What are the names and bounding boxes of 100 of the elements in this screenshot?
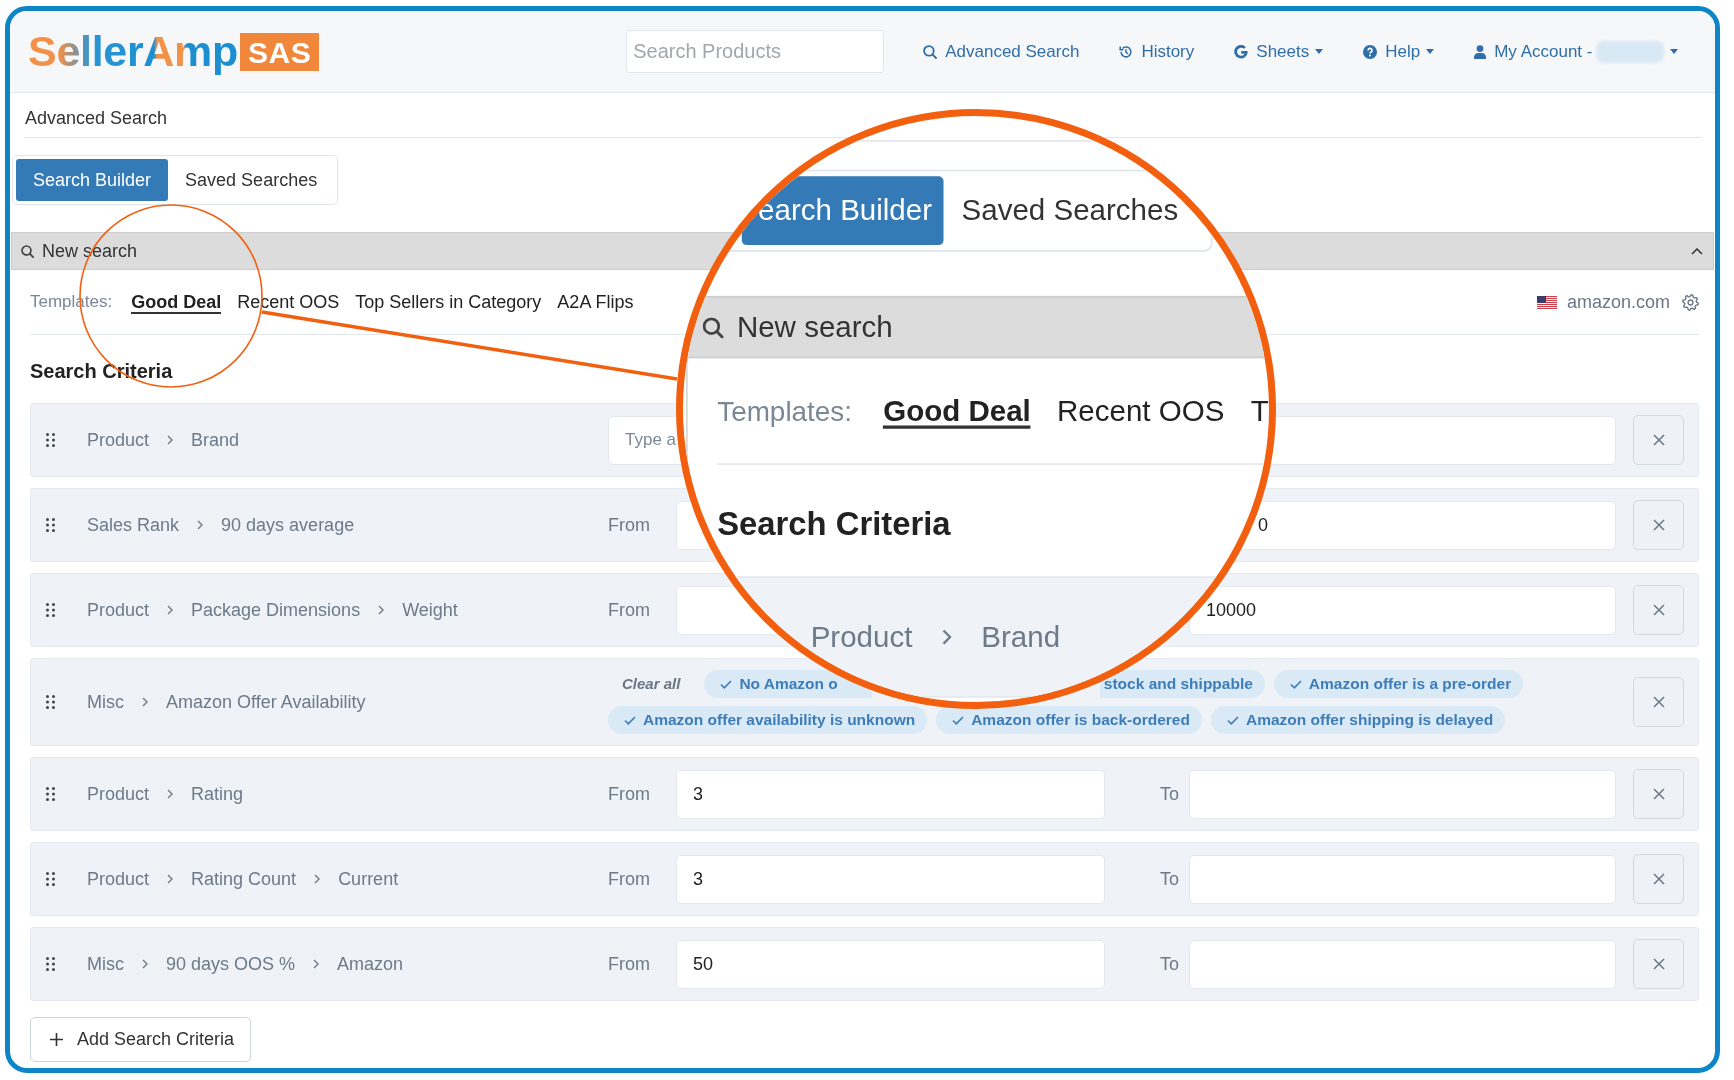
input-field[interactable]: 3 xyxy=(676,854,1105,904)
history-icon xyxy=(1119,44,1134,59)
field-label: From xyxy=(608,514,650,536)
logo-badge: SAS xyxy=(240,32,320,71)
field-label: From xyxy=(608,953,650,975)
chevron-right-icon xyxy=(167,435,174,445)
add-criteria-button[interactable]: Add Search Criteria xyxy=(30,1017,252,1062)
search-icon xyxy=(923,44,938,59)
templates-label: Templates: xyxy=(717,396,852,425)
drag-handle-icon[interactable] xyxy=(46,695,55,709)
input-field[interactable]: 10000 xyxy=(1189,585,1616,635)
path-label: Brand xyxy=(981,622,1060,652)
check-icon xyxy=(720,679,733,689)
path-label: Current xyxy=(338,868,399,890)
remove-button[interactable] xyxy=(1633,854,1684,904)
settings-icon[interactable] xyxy=(1682,293,1699,311)
field-label: To xyxy=(1160,783,1179,805)
nav-link[interactable]: History xyxy=(1119,41,1195,62)
close-icon xyxy=(1652,788,1665,800)
option-chip[interactable]: Amazon offer availability is unknown xyxy=(608,706,928,734)
flag-icon xyxy=(1536,295,1557,309)
tab[interactable]: Saved Searches xyxy=(168,159,335,201)
chevron-right-icon xyxy=(167,789,174,799)
remove-button[interactable] xyxy=(1633,500,1684,550)
drag-handle-icon[interactable] xyxy=(46,433,55,447)
chevron-right-icon xyxy=(167,874,174,884)
remove-button[interactable] xyxy=(1633,769,1684,819)
option-chip[interactable]: No Amazon o xyxy=(704,670,872,698)
help-icon xyxy=(1363,44,1378,59)
option-chip[interactable]: stock and shippable xyxy=(1099,670,1265,698)
remove-button[interactable] xyxy=(1633,585,1684,635)
check-icon xyxy=(624,715,636,725)
path-label: Sales Rank xyxy=(87,514,180,536)
path-label: Product xyxy=(87,783,150,805)
search-icon xyxy=(702,316,724,338)
nav-link[interactable]: Sheets xyxy=(1234,41,1324,62)
drag-handle-icon[interactable] xyxy=(46,787,55,801)
tab[interactable]: Saved Searches xyxy=(943,176,1178,246)
close-icon xyxy=(1652,434,1665,446)
search-icon xyxy=(21,244,34,258)
drag-handle-icon[interactable] xyxy=(46,957,55,971)
tab[interactable]: Search Builder xyxy=(16,159,169,201)
path-label: Product xyxy=(87,868,150,890)
remove-button[interactable] xyxy=(1633,939,1684,989)
input-field[interactable]: 3 xyxy=(676,769,1105,819)
field-label: To xyxy=(1160,868,1179,890)
field-label: From xyxy=(608,599,650,621)
drag-handle-icon[interactable] xyxy=(46,603,55,617)
path-label: Product xyxy=(810,622,913,652)
input-field[interactable] xyxy=(1189,939,1616,989)
template-link[interactable]: Good Deal xyxy=(131,290,222,314)
close-icon xyxy=(1652,958,1665,970)
template-link[interactable]: Good Deal xyxy=(883,392,1031,429)
close-icon xyxy=(1652,873,1665,885)
path-label: Product xyxy=(87,429,150,451)
template-link[interactable]: Top Sellers in Category xyxy=(355,290,542,314)
field-label: From xyxy=(608,783,650,805)
drag-handle-icon[interactable] xyxy=(46,872,55,886)
input-field[interactable] xyxy=(1189,854,1616,904)
path-label: Amazon xyxy=(337,953,404,975)
chevron-right-icon xyxy=(313,959,320,969)
search-field[interactable]: Search Products xyxy=(626,30,885,73)
chevron-right-icon xyxy=(142,697,148,707)
input-field[interactable]: 50 xyxy=(676,939,1105,989)
page-title: Advanced Search xyxy=(25,107,168,129)
check-icon xyxy=(1289,679,1302,689)
chevron-right-icon xyxy=(378,605,385,615)
drag-handle-icon[interactable] xyxy=(46,518,55,532)
chevron-right-icon xyxy=(314,874,321,884)
remove-button[interactable] xyxy=(1633,677,1684,727)
plus-icon xyxy=(50,1033,63,1046)
tab[interactable]: earch Builder xyxy=(741,176,944,246)
nav-link[interactable]: Help xyxy=(1363,41,1435,62)
template-link[interactable]: A2A Flips xyxy=(557,290,634,314)
chevron-up-icon[interactable] xyxy=(1691,247,1703,255)
path-label: Package Dimensions xyxy=(191,599,361,621)
input-field[interactable] xyxy=(1189,769,1616,819)
field-label: To xyxy=(1160,953,1179,975)
template-link[interactable]: T xyxy=(1250,392,1269,429)
chevron-right-icon xyxy=(197,520,204,530)
field-label: From xyxy=(608,868,650,890)
close-icon xyxy=(1652,696,1665,708)
option-chip[interactable]: Amazon offer is a pre-order xyxy=(1273,670,1524,698)
path-label: Rating Count xyxy=(191,868,297,890)
nav-link[interactable]: My Account - xyxy=(1474,40,1679,63)
chevron-right-icon xyxy=(142,959,148,969)
g-icon xyxy=(1234,44,1249,59)
check-icon xyxy=(952,715,965,725)
path-label: 90 days average xyxy=(221,514,355,536)
remove-button[interactable] xyxy=(1633,415,1684,465)
nav-link[interactable]: Advanced Search xyxy=(923,41,1080,62)
path-label: Rating xyxy=(191,783,244,805)
chevron-right-icon xyxy=(941,628,952,646)
option-chip[interactable]: Amazon offer shipping is delayed xyxy=(1210,706,1506,734)
panel-title: New search xyxy=(736,309,893,345)
template-link[interactable]: Recent OOS xyxy=(1056,392,1225,429)
path-label: Weight xyxy=(402,599,458,621)
path-label: Product xyxy=(87,599,150,621)
user-icon xyxy=(1474,44,1487,59)
option-chip[interactable]: Amazon offer is back-ordered xyxy=(936,706,1202,734)
